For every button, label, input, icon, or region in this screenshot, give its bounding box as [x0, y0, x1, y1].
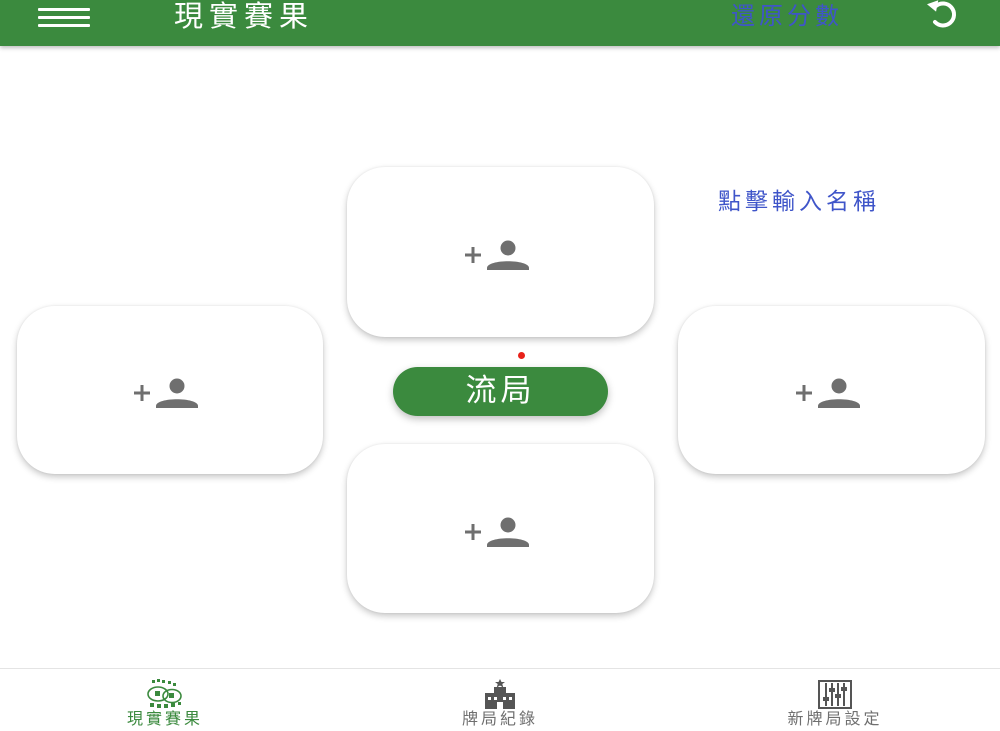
- building-icon: [485, 679, 515, 709]
- seat-right-card[interactable]: [678, 306, 985, 474]
- add-person-icon: [795, 378, 860, 408]
- nav-label-live-results: 現實賽果: [126, 709, 203, 728]
- restore-score-button[interactable]: 還原分數: [731, 1, 843, 31]
- seat-left-card[interactable]: [17, 306, 323, 474]
- add-person-icon: [464, 517, 529, 547]
- draw-game-button[interactable]: 流局: [393, 367, 608, 416]
- nav-label-game-records: 牌局紀錄: [461, 709, 538, 728]
- mahjong-tiles-icon: [147, 679, 182, 708]
- add-person-icon: [134, 378, 198, 408]
- page-title: 現實賽果: [174, 0, 315, 33]
- nav-item-new-game-settings[interactable]: 新牌局設定: [735, 669, 935, 731]
- nav-label-new-game-settings: 新牌局設定: [787, 709, 883, 728]
- add-person-icon: [464, 240, 529, 270]
- enter-name-hint[interactable]: 點擊輸入名稱: [718, 187, 880, 217]
- top-app-bar: 現實賽果 還原分數: [0, 0, 1000, 46]
- bottom-navigation: 現實賽果 牌局紀錄 新牌局設定: [0, 668, 1000, 731]
- dealer-indicator-dot: [518, 352, 525, 359]
- nav-item-live-results[interactable]: 現實賽果: [65, 669, 265, 731]
- undo-icon[interactable]: [924, 0, 966, 34]
- seat-bottom-card[interactable]: [347, 444, 654, 613]
- menu-icon[interactable]: [38, 6, 90, 27]
- seat-top-card[interactable]: [347, 167, 654, 337]
- app-root: 現實賽果 還原分數 點擊輸入名稱 流局 現實賽果 牌局紀錄 新牌局設定: [0, 0, 1000, 731]
- nav-item-game-records[interactable]: 牌局紀錄: [400, 669, 600, 731]
- sliders-icon: [818, 680, 852, 709]
